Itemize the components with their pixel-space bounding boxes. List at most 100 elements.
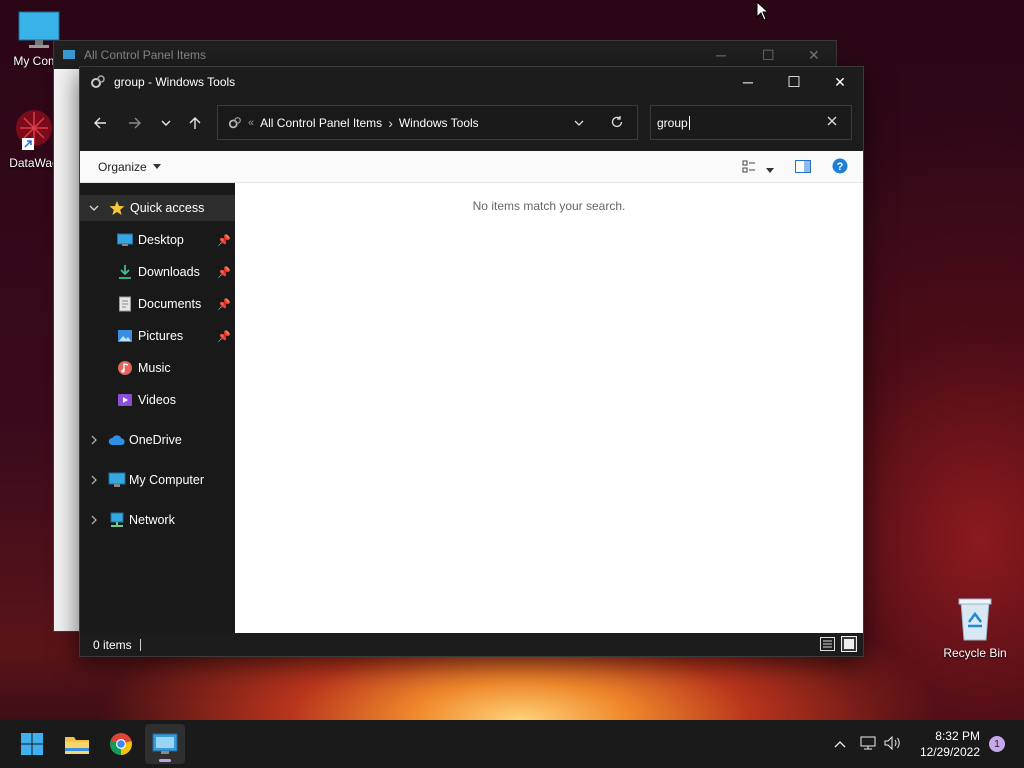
nav-item-label: Music [138, 361, 171, 375]
caret-down-icon [152, 163, 161, 169]
nav-item-network[interactable]: Network [80, 507, 235, 533]
star-icon [109, 201, 125, 215]
nav-item-desktop[interactable]: Desktop 📌 [80, 227, 235, 253]
file-list-area[interactable]: No items match your search. [235, 183, 863, 635]
minimize-icon: ─ [743, 74, 753, 90]
chevron-down-icon [161, 120, 171, 126]
up-button[interactable] [183, 111, 207, 135]
nav-item-label: Documents [138, 297, 202, 311]
nav-item-onedrive[interactable]: OneDrive [80, 427, 235, 453]
control-panel-icon [152, 733, 178, 754]
pin-icon: 📌 [217, 266, 231, 279]
address-bar[interactable]: « All Control Panel Items › Windows Tool… [217, 105, 638, 140]
nav-item-videos[interactable]: Videos [80, 387, 235, 413]
maximize-button[interactable]: ☐ [771, 67, 817, 97]
nav-item-pictures[interactable]: Pictures 📌 [80, 323, 235, 349]
breadcrumb-item[interactable]: Windows Tools [399, 116, 479, 130]
back-button[interactable] [88, 111, 112, 135]
chevron-right-icon [91, 435, 97, 445]
volume-button[interactable] [884, 735, 902, 753]
nav-item-label: Desktop [138, 233, 184, 247]
clock-time: 8:32 PM [935, 729, 980, 743]
network-icon [110, 512, 124, 527]
pin-icon: 📌 [217, 234, 231, 247]
chevron-down-icon [574, 120, 584, 126]
close-icon[interactable]: ✕ [808, 47, 820, 64]
chevron-right-icon [91, 475, 97, 485]
close-icon: ✕ [834, 73, 846, 90]
breadcrumb-separator[interactable]: › [388, 115, 393, 131]
minimize-icon[interactable]: ─ [716, 47, 726, 63]
maximize-icon[interactable]: ☐ [762, 47, 775, 64]
start-icon [21, 733, 43, 755]
close-button[interactable]: ✕ [817, 67, 863, 97]
forward-button[interactable] [123, 111, 147, 135]
view-options-icon [742, 160, 755, 173]
preview-pane-icon [795, 160, 811, 173]
search-input[interactable]: group [657, 116, 688, 130]
nav-item-documents[interactable]: Documents 📌 [80, 291, 235, 317]
taskbar-control-panel[interactable] [145, 724, 185, 764]
refresh-button[interactable] [610, 115, 624, 132]
text-cursor [688, 115, 690, 130]
recycle-bin-icon [958, 598, 992, 641]
chevron-right-icon [91, 515, 97, 525]
command-bar: Organize ? [80, 151, 863, 183]
control-panel-icon [63, 50, 75, 59]
clock[interactable]: 8:32 PM 12/29/2022 [920, 728, 980, 760]
nav-item-downloads[interactable]: Downloads 📌 [80, 259, 235, 285]
volume-icon [884, 735, 900, 750]
view-dropdown-button[interactable] [766, 163, 774, 177]
desktop-icon-label: DataWag [9, 156, 59, 170]
windows-tools-icon [228, 116, 241, 128]
taskbar-file-explorer[interactable] [57, 724, 97, 764]
mouse-cursor-icon [756, 1, 770, 21]
arrow-up-icon [189, 117, 201, 129]
breadcrumb-overflow[interactable]: « [248, 117, 254, 129]
explorer-window[interactable]: group - Windows Tools ─ ☐ ✕ « All Contro… [79, 66, 864, 657]
details-view-icon [820, 637, 835, 651]
notification-badge[interactable]: 1 [989, 736, 1005, 752]
start-button[interactable] [12, 724, 52, 764]
datawag-icon [16, 110, 52, 150]
chrome-icon [110, 733, 132, 755]
clear-search-button[interactable] [827, 115, 837, 129]
minimize-button[interactable]: ─ [725, 67, 771, 97]
taskbar-chrome[interactable] [101, 724, 141, 764]
show-hidden-icons-button[interactable] [834, 737, 846, 751]
svg-text:?: ? [837, 161, 844, 173]
large-icons-view-button[interactable] [841, 636, 857, 655]
organize-button[interactable]: Organize [98, 160, 161, 174]
onedrive-icon [108, 435, 125, 445]
breadcrumb-item[interactable]: All Control Panel Items [260, 116, 382, 130]
search-box[interactable]: group [650, 105, 852, 140]
details-view-button[interactable] [820, 637, 835, 654]
large-icons-view-icon [841, 636, 857, 652]
nav-item-label: Quick access [130, 201, 205, 215]
background-window-content [54, 69, 80, 631]
nav-item-label: OneDrive [129, 433, 182, 447]
arrow-left-icon [94, 117, 106, 129]
status-divider [139, 638, 141, 651]
item-count: 0 items [93, 637, 132, 652]
refresh-icon [611, 116, 623, 128]
change-view-button[interactable] [742, 160, 756, 177]
caret-down-icon [766, 168, 774, 173]
download-icon [119, 265, 131, 279]
network-status-button[interactable] [860, 736, 876, 753]
background-window-title: All Control Panel Items [84, 48, 207, 62]
preview-pane-button[interactable] [795, 160, 811, 176]
desktop-icon-recycle-bin[interactable]: Recycle Bin [935, 596, 1015, 660]
videos-icon [118, 394, 132, 406]
status-bar: 0 items [80, 633, 863, 656]
help-icon: ? [832, 158, 848, 174]
address-dropdown-button[interactable] [574, 116, 584, 130]
desktop-icon [117, 233, 133, 246]
nav-item-my-computer[interactable]: My Computer [80, 467, 235, 493]
nav-item-quick-access[interactable]: Quick access [80, 195, 235, 221]
pin-icon: 📌 [217, 298, 231, 311]
organize-label: Organize [98, 159, 147, 174]
nav-item-music[interactable]: Music [80, 355, 235, 381]
recent-locations-button[interactable] [154, 111, 178, 135]
help-button[interactable]: ? [832, 158, 848, 177]
